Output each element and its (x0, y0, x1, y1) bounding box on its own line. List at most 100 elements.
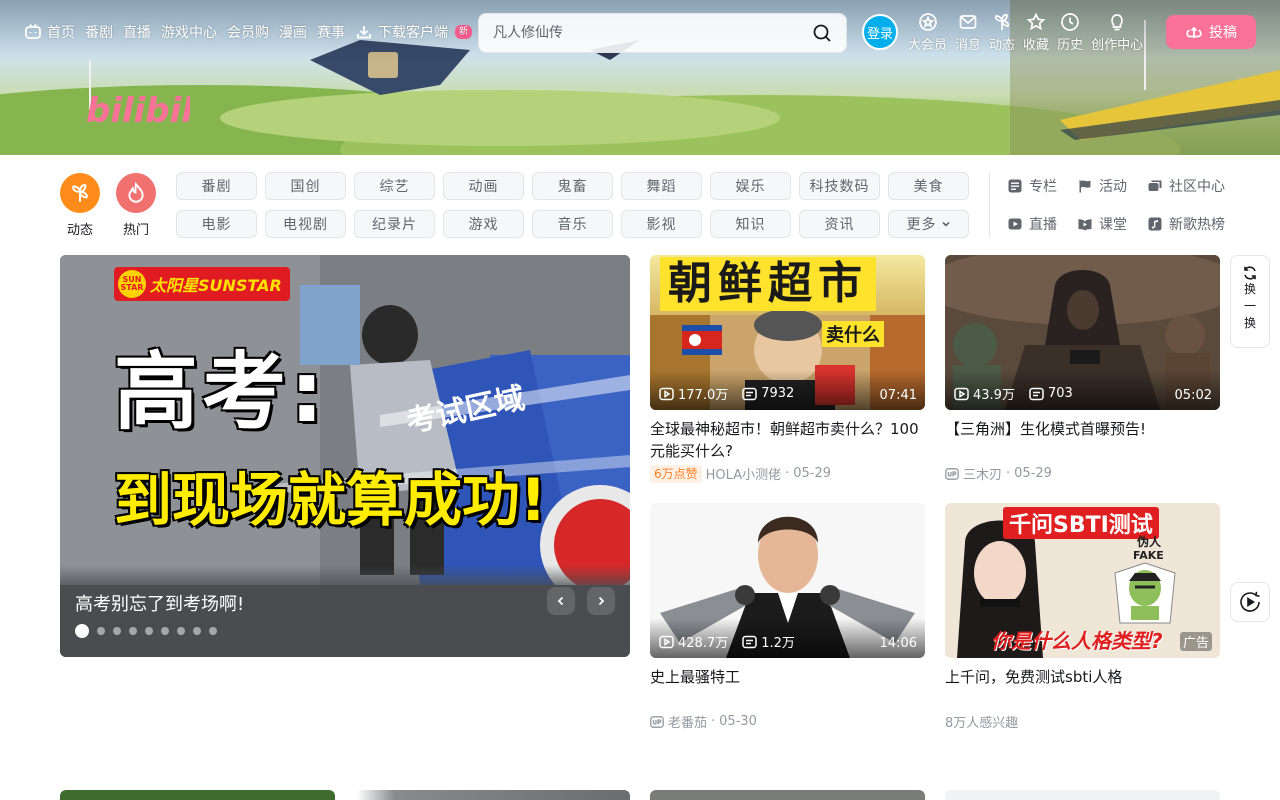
video-title[interactable]: 史上最骚特工 (650, 666, 925, 710)
ad-title-text: 千问SBTI测试 (1003, 507, 1159, 539)
channel-dance[interactable]: 舞蹈 (621, 172, 702, 200)
video-author: HOLA小测佬 (705, 468, 782, 483)
nav-manga-label: 漫画 (279, 25, 307, 41)
entry-history[interactable]: 历史 (1053, 12, 1087, 53)
banner-carousel[interactable]: 考试区域 SUN STAR 太阳星SUNSTAR 高考: 到现场就算成功! 高考… (60, 255, 630, 657)
channel-anime[interactable]: 番剧 (176, 172, 257, 200)
video-thumbnail[interactable]: 朝鲜超市 卖什么 177.0万 7932 07:41 (650, 255, 925, 410)
video-thumbnail[interactable]: 428.7万 1.2万 14:06 (650, 503, 925, 658)
refresh-recommend-button[interactable]: 换一换 (1230, 255, 1270, 348)
channel-more-button[interactable]: 更多 (888, 210, 969, 238)
extra-column[interactable]: 专栏 (1007, 172, 1077, 200)
channel-news[interactable]: 资讯 (799, 210, 880, 238)
extra-community[interactable]: 社区中心 (1147, 172, 1227, 200)
quick-entry-dynamic[interactable]: 动态 (60, 173, 100, 238)
chevron-right-icon (598, 596, 605, 606)
windmill-icon (72, 184, 88, 202)
extra-links: 专栏 活动 社区中心 直播 课堂 新歌热榜 (1007, 172, 1227, 238)
channel-music[interactable]: 音乐 (532, 210, 613, 238)
carousel-title[interactable]: 高考别忘了到考场啊! (75, 590, 244, 616)
nav-download-client[interactable]: 下载客户端 新 (355, 22, 473, 42)
next-row-thumb[interactable] (650, 790, 925, 800)
channel-film[interactable]: 影视 (621, 210, 702, 238)
carousel-dot[interactable] (75, 624, 89, 638)
next-row-thumb[interactable] (945, 790, 1220, 800)
play-icon (659, 387, 674, 400)
new-badge: 新 (455, 25, 473, 39)
extra-activity[interactable]: 活动 (1077, 172, 1147, 200)
extra-classroom[interactable]: 课堂 (1077, 210, 1147, 238)
article-icon (1008, 179, 1022, 193)
nav-match[interactable]: 赛事 (317, 22, 345, 42)
carousel-image[interactable]: 考试区域 SUN STAR 太阳星SUNSTAR 高考: 到现场就算成功! (60, 255, 630, 585)
right-entries: 大会员 消息 动态 收藏 历史 创作中心 (904, 12, 1147, 53)
nav-mall[interactable]: 会员购 (227, 22, 269, 42)
channel-animation[interactable]: 动画 (443, 172, 524, 200)
login-avatar[interactable]: 登录 (862, 14, 898, 50)
carousel-prev-button[interactable] (547, 587, 575, 615)
clock-icon (1061, 13, 1079, 31)
video-meta[interactable]: 6万点赞 HOLA小测佬 · 05-29 (650, 464, 925, 483)
next-row-thumb[interactable] (60, 790, 335, 800)
playback-history-button[interactable] (1230, 582, 1270, 622)
entry-creator-center[interactable]: 创作中心 (1087, 12, 1147, 53)
carousel-dot[interactable] (209, 627, 217, 635)
video-card[interactable]: 朝鲜超市 卖什么 177.0万 7932 07:41 全球最神秘超市！朝鲜超市卖… (650, 255, 925, 483)
channel-documentary[interactable]: 纪录片 (354, 210, 435, 238)
entry-message[interactable]: 消息 (951, 12, 985, 53)
video-title[interactable]: 【三角洲】生化模式首曝预告! (945, 418, 1220, 462)
carousel-dot[interactable] (129, 627, 137, 635)
search-button[interactable] (810, 21, 834, 45)
channel-tv-series[interactable]: 电视剧 (265, 210, 346, 238)
nav-home[interactable]: 首页 (24, 22, 75, 42)
danmaku-count: 703 (1029, 386, 1073, 401)
channel-kichiku[interactable]: 鬼畜 (532, 172, 613, 200)
channel-guochuang[interactable]: 国创 (265, 172, 346, 200)
search-input[interactable] (493, 25, 810, 41)
nav-download-label: 下载客户端 (378, 25, 448, 41)
next-row-thumb[interactable] (355, 790, 630, 800)
upload-button[interactable]: 投稿 (1166, 15, 1256, 49)
carousel-dot[interactable] (161, 627, 169, 635)
entry-vip[interactable]: 大会员 (904, 12, 951, 53)
channel-knowledge[interactable]: 知识 (710, 210, 791, 238)
quick-hot-circle (116, 173, 156, 213)
channel-game[interactable]: 游戏 (443, 210, 524, 238)
top-nav: 首页 番剧 直播 游戏中心 会员购 漫画 赛事 下载客户端 新 (24, 20, 482, 44)
ad-title[interactable]: 上千问，免费测试sbti人格 (945, 666, 1220, 710)
channel-food[interactable]: 美食 (888, 172, 969, 200)
ad-card[interactable]: 千问SBTI测试 伪人 FAKE 你是什么人格类型? 广告 上千问，免费测试sb… (945, 503, 1220, 731)
video-meta[interactable]: 老番茄 · 05-30 (650, 712, 925, 731)
video-thumbnail[interactable]: 43.9万 703 05:02 (945, 255, 1220, 410)
nav-game-center[interactable]: 游戏中心 (161, 22, 217, 42)
video-title[interactable]: 全球最神秘超市！朝鲜超市卖什么？100元能买什么? (650, 418, 925, 462)
video-card[interactable]: 428.7万 1.2万 14:06 史上最骚特工 老番茄 · 05-30 (650, 503, 925, 731)
entry-dynamic[interactable]: 动态 (985, 12, 1019, 53)
extra-live[interactable]: 直播 (1007, 210, 1077, 238)
channel-movie[interactable]: 电影 (176, 210, 257, 238)
nav-bangumi[interactable]: 番剧 (85, 22, 113, 42)
carousel-dot[interactable] (193, 627, 201, 635)
video-duration: 07:41 (879, 388, 917, 403)
carousel-next-button[interactable] (587, 587, 615, 615)
quick-entry-hot[interactable]: 热门 (116, 173, 156, 238)
upload-label: 投稿 (1209, 25, 1237, 41)
nav-manga[interactable]: 漫画 (279, 22, 307, 42)
channel-variety[interactable]: 综艺 (354, 172, 435, 200)
bilibili-logo[interactable]: bilibili (86, 82, 190, 130)
extra-new-songs[interactable]: 新歌热榜 (1147, 210, 1227, 238)
carousel-dot[interactable] (113, 627, 121, 635)
carousel-brand-badge: SUN STAR 太阳星SUNSTAR (114, 267, 290, 301)
nav-live[interactable]: 直播 (123, 22, 151, 42)
channel-tech[interactable]: 科技数码 (799, 172, 880, 200)
carousel-dot[interactable] (97, 627, 105, 635)
entry-favorites[interactable]: 收藏 (1019, 12, 1053, 53)
ad-thumbnail[interactable]: 千问SBTI测试 伪人 FAKE 你是什么人格类型? 广告 (945, 503, 1220, 658)
channel-entertainment[interactable]: 娱乐 (710, 172, 791, 200)
danmaku-count-value: 1.2万 (761, 636, 795, 651)
carousel-dot[interactable] (145, 627, 153, 635)
nav-home-label: 首页 (47, 25, 75, 41)
video-card[interactable]: 43.9万 703 05:02 【三角洲】生化模式首曝预告! 三木刃 · 05-… (945, 255, 1220, 483)
video-meta[interactable]: 三木刃 · 05-29 (945, 464, 1220, 483)
carousel-dot[interactable] (177, 627, 185, 635)
